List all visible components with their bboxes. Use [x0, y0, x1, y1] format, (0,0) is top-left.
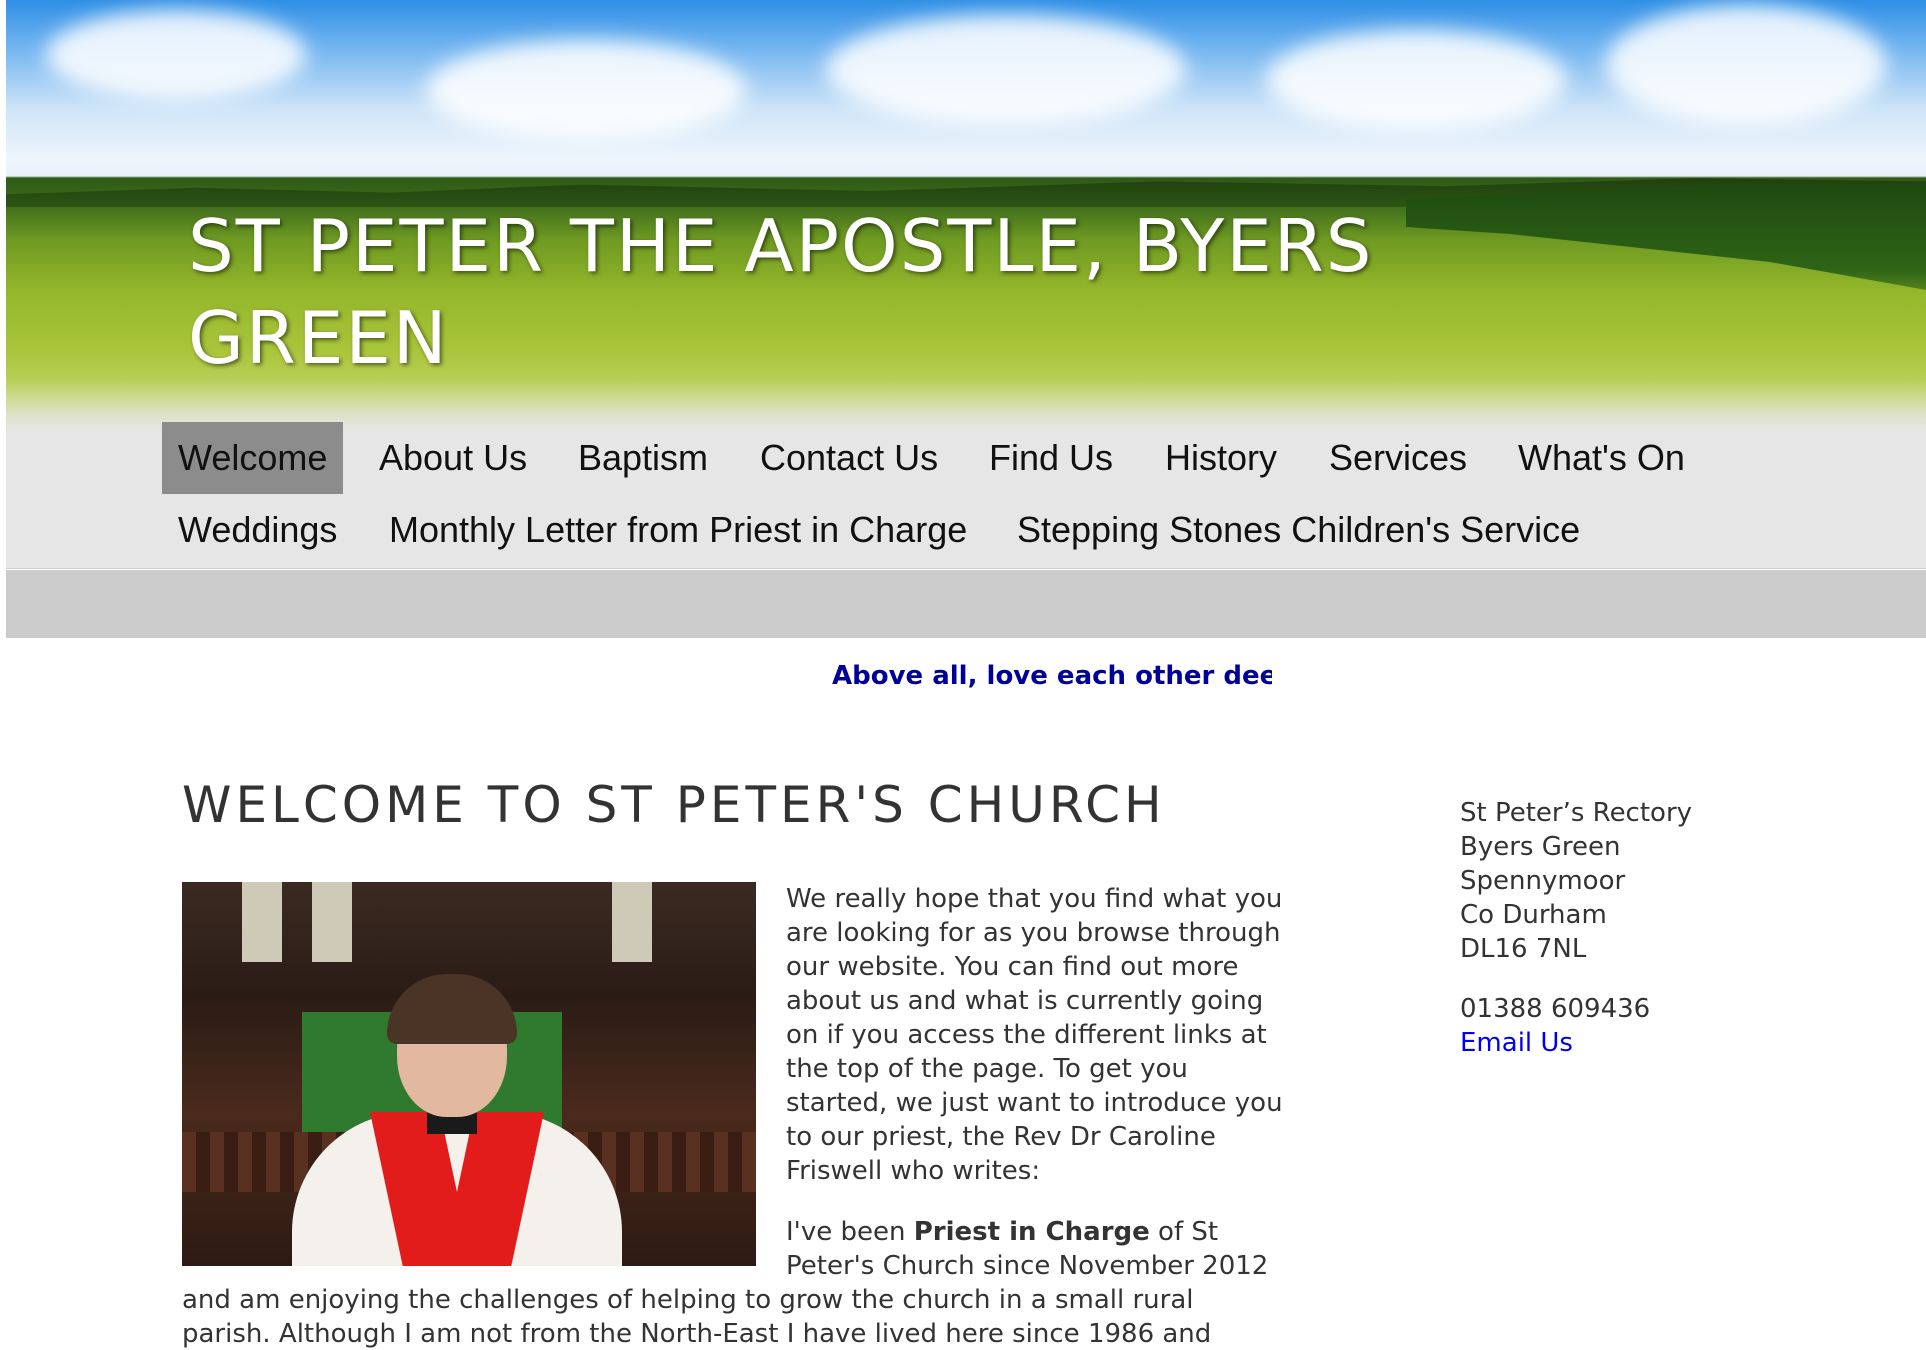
nav-item-stepping-stones[interactable]: Stepping Stones Children's Service — [1001, 494, 1596, 566]
site-title-line-2: GREEN — [188, 296, 449, 380]
header-banner: ST PETER THE APOSTLE, BYERS GREEN — [6, 0, 1926, 445]
address-block: St Peter’s Rectory Byers Green Spennymoo… — [1460, 796, 1860, 966]
window-shape — [612, 882, 652, 962]
letter-paragraph-continued: and am enjoying the challenges of helpin… — [182, 1283, 1286, 1350]
marquee-text: Above all, love each other dee — [832, 661, 1272, 691]
site-title[interactable]: ST PETER THE APOSTLE, BYERS GREEN — [188, 200, 1488, 384]
intro-paragraph: We really hope that you find what you ar… — [786, 884, 1283, 1186]
nav-item-monthly-letter[interactable]: Monthly Letter from Priest in Charge — [373, 494, 983, 566]
nav-item-find-us[interactable]: Find Us — [973, 422, 1129, 494]
nav-item-services[interactable]: Services — [1313, 422, 1483, 494]
cloud-shape — [426, 40, 746, 140]
window-shape — [312, 882, 352, 962]
contact-sidebar: St Peter’s Rectory Byers Green Spennymoo… — [1460, 796, 1860, 1060]
address-line: St Peter’s Rectory — [1460, 798, 1693, 828]
letter-prefix: I've been — [786, 1217, 914, 1247]
cloud-shape — [46, 10, 306, 100]
address-line: DL16 7NL — [1460, 934, 1587, 964]
cloud-shape — [1266, 30, 1566, 130]
letter-paragraph: I've been Priest in Charge of St Peter's… — [786, 1215, 1286, 1283]
letter-bold-role: Priest in Charge — [913, 1217, 1150, 1247]
window-shape — [242, 882, 282, 962]
nav-item-whats-on[interactable]: What's On — [1502, 422, 1701, 494]
phone-block: 01388 609436 Email Us — [1460, 992, 1860, 1060]
cloud-shape — [1606, 5, 1886, 125]
email-link[interactable]: Email Us — [1460, 1026, 1573, 1060]
nav-item-history[interactable]: History — [1149, 422, 1293, 494]
nav-item-contact-us[interactable]: Contact Us — [744, 422, 954, 494]
site-title-line-1: ST PETER THE APOSTLE, BYERS — [188, 204, 1374, 288]
letter-line: and am enjoying the challenges of helpin… — [182, 1285, 1194, 1315]
scrolling-verse-marquee: Above all, love each other dee — [832, 656, 1272, 696]
page-title: WELCOME TO ST PETER'S CHURCH — [182, 776, 1166, 834]
address-line: Byers Green — [1460, 832, 1621, 862]
nav-item-weddings[interactable]: Weddings — [162, 494, 353, 566]
nav-item-baptism[interactable]: Baptism — [562, 422, 724, 494]
nav-underbar — [6, 570, 1926, 638]
nav-item-about-us[interactable]: About Us — [363, 422, 543, 494]
address-line: Co Durham — [1460, 900, 1607, 930]
priest-photo — [182, 882, 756, 1266]
address-line: Spennymoor — [1460, 866, 1626, 896]
nav-item-welcome[interactable]: Welcome — [162, 422, 344, 494]
phone-number: 01388 609436 — [1460, 994, 1651, 1024]
cloud-shape — [826, 15, 1186, 125]
hair-shape — [387, 974, 517, 1044]
letter-line: parish. Although I am not from the North… — [182, 1319, 1212, 1349]
